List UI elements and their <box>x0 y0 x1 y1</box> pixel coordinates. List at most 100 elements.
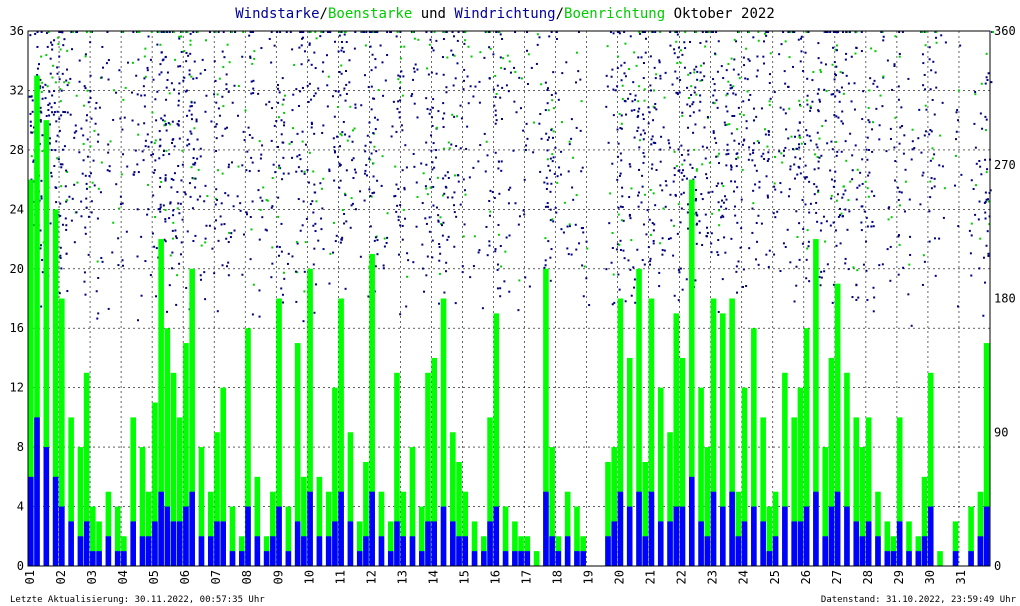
direction-point <box>214 125 217 128</box>
direction-point <box>94 107 97 110</box>
direction-point <box>695 65 698 68</box>
gust-direction-point <box>627 68 630 71</box>
direction-point <box>291 255 294 258</box>
direction-point <box>334 90 337 93</box>
direction-point <box>918 108 921 111</box>
direction-point <box>617 142 620 145</box>
direction-point <box>313 183 316 186</box>
direction-point <box>833 78 836 81</box>
direction-point <box>865 240 868 243</box>
direction-point <box>196 198 199 201</box>
direction-point <box>782 108 785 111</box>
direction-point <box>215 137 218 140</box>
direction-point <box>66 84 69 87</box>
direction-point <box>496 287 499 290</box>
direction-point <box>670 219 673 222</box>
direction-point <box>159 206 162 209</box>
gust-direction-point <box>30 155 33 158</box>
y-right-tick-label: 90 <box>994 425 1008 439</box>
direction-point <box>756 55 759 58</box>
direction-point <box>706 226 709 229</box>
direction-point <box>624 300 627 303</box>
direction-point <box>445 86 448 89</box>
direction-point <box>369 141 372 144</box>
direction-point <box>867 149 870 152</box>
gust-direction-point <box>282 271 285 274</box>
direction-point <box>642 62 645 65</box>
direction-point <box>241 164 244 167</box>
y-right-tick-label: 180 <box>994 292 1016 306</box>
wind-bar <box>198 536 205 566</box>
direction-point <box>499 295 502 298</box>
direction-point <box>539 113 542 116</box>
direction-point <box>809 202 812 205</box>
direction-point <box>546 87 549 90</box>
direction-point <box>132 173 135 176</box>
direction-point <box>214 79 217 82</box>
direction-point <box>339 94 342 97</box>
wind-bar <box>59 506 65 566</box>
direction-point <box>203 271 206 274</box>
direction-point <box>456 174 459 177</box>
direction-point <box>911 140 914 143</box>
direction-point <box>922 62 925 65</box>
direction-point <box>401 129 404 132</box>
gust-direction-point <box>718 209 721 212</box>
wind-bar <box>636 491 642 566</box>
direction-point <box>544 109 547 112</box>
direction-point <box>850 55 853 58</box>
direction-point <box>817 109 820 112</box>
direction-point <box>693 68 696 71</box>
direction-point <box>834 170 837 173</box>
direction-point <box>727 152 730 155</box>
direction-point <box>799 172 802 175</box>
direction-point <box>365 174 368 177</box>
direction-point <box>260 153 263 156</box>
direction-point <box>190 113 193 116</box>
gust-direction-point <box>800 142 803 145</box>
direction-point <box>755 75 758 78</box>
direction-point <box>494 109 497 112</box>
direction-point <box>680 153 683 156</box>
direction-point <box>29 120 32 123</box>
direction-point <box>229 236 232 239</box>
gust-direction-point <box>676 62 679 65</box>
gust-direction-point <box>611 232 614 235</box>
direction-point <box>804 51 807 54</box>
gust-direction-point <box>939 134 942 137</box>
direction-point <box>60 267 63 270</box>
direction-point <box>359 255 362 258</box>
direction-point <box>678 169 681 172</box>
gust-direction-point <box>332 221 335 224</box>
direction-point <box>882 35 885 38</box>
direction-point <box>354 208 357 211</box>
direction-point <box>941 165 944 168</box>
direction-point <box>633 136 636 139</box>
direction-point <box>64 185 67 188</box>
direction-point <box>307 181 310 184</box>
gust-direction-point <box>506 54 509 57</box>
direction-point <box>186 230 189 233</box>
gust-direction-point <box>552 130 555 133</box>
direction-point <box>48 114 51 117</box>
direction-point <box>913 147 916 150</box>
direction-point <box>762 152 765 155</box>
direction-point <box>215 101 218 104</box>
gust-direction-point <box>742 114 745 117</box>
direction-point <box>893 146 896 149</box>
direction-point <box>187 54 190 57</box>
direction-point <box>817 189 820 192</box>
direction-point <box>977 218 980 221</box>
direction-point <box>333 146 336 149</box>
direction-point <box>495 119 498 122</box>
direction-point <box>45 114 48 117</box>
gust-direction-point <box>426 67 429 70</box>
direction-point <box>886 59 889 62</box>
gust-direction-point <box>620 219 623 222</box>
direction-point <box>910 158 913 161</box>
wind-bar <box>363 536 369 566</box>
gust-direction-point <box>681 163 684 166</box>
direction-point <box>809 109 812 112</box>
direction-point <box>69 113 72 116</box>
direction-point <box>172 178 175 181</box>
